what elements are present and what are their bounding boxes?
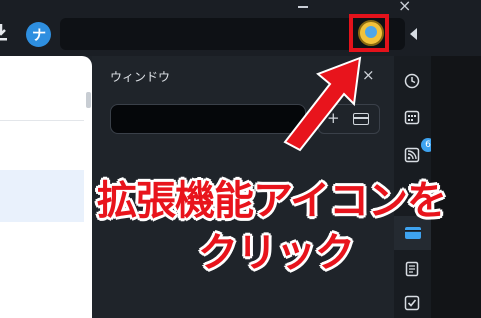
- annotation-line-2: クリック: [198, 230, 355, 276]
- annotation-line-1: 拡張機能アイコンを: [97, 178, 447, 224]
